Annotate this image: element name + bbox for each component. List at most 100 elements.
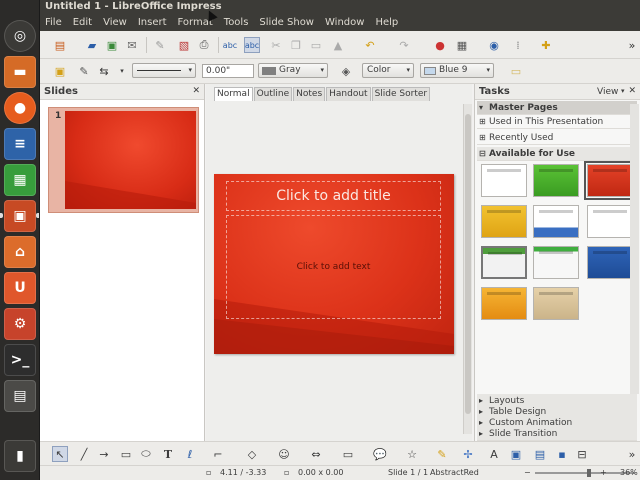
connector-icon[interactable]: ⌐ [210,446,226,462]
master-tile-green-frame[interactable] [481,246,527,279]
title-placeholder[interactable]: Click to add title [226,181,441,211]
glue-points-icon[interactable]: ✢ [460,446,476,462]
master-tile-blue[interactable] [587,246,633,279]
grid-icon[interactable]: ⁞ [510,37,526,53]
system-settings-icon[interactable]: ⚙ [4,308,36,340]
callouts-icon[interactable]: 💬 [372,446,388,462]
close-icon[interactable]: ✕ [192,86,200,96]
copy-icon[interactable]: ❐ [288,37,304,53]
menu-window[interactable]: Window [325,17,364,28]
menu-tools[interactable]: Tools [224,17,249,28]
toolbar-overflow-icon[interactable]: » [624,446,640,462]
master-tile-green-top[interactable] [533,246,579,279]
email-icon[interactable]: ✉ [124,37,140,53]
arrow-dropdown-icon[interactable]: ▾ [114,63,130,79]
slide-transition-section[interactable]: ▸ Slide Transition [477,427,637,441]
cut-icon[interactable]: ✂ [268,37,284,53]
trash-icon[interactable]: ▮ [4,440,36,472]
align-icon[interactable]: ⊟ [574,446,590,462]
ubuntu-one-icon[interactable]: U [4,272,36,304]
extrusion-icon[interactable]: ▪ [554,446,570,462]
workspace-switcher-icon[interactable]: ▤ [4,380,36,412]
tasks-scrollbar[interactable] [630,104,639,394]
master-tile-green[interactable] [533,164,579,197]
content-placeholder[interactable]: Click to add text [226,215,441,319]
master-tile-yellow[interactable] [481,205,527,238]
undo-icon[interactable]: ↶ [362,37,378,53]
new-document-icon[interactable]: ▤ [52,37,68,53]
menu-file[interactable]: File [45,17,62,28]
area-color-select[interactable]: Blue 9 ▾ [420,63,494,78]
slide-thumbnail-item[interactable]: 1 [48,107,199,213]
print-icon[interactable]: ⎙ [196,37,212,53]
used-in-presentation-row[interactable]: ⊞ Used in This Presentation [477,115,637,129]
open-icon[interactable]: ▰ [84,37,100,53]
table-icon[interactable]: ▦ [454,37,470,53]
recently-used-row[interactable]: ⊞ Recently Used [477,131,637,145]
dash-home-icon[interactable]: ◎ [4,20,36,52]
software-center-icon[interactable]: ⌂ [4,236,36,268]
autospellcheck-icon[interactable]: abc [244,37,260,53]
gallery-icon[interactable]: ▤ [532,446,548,462]
paste-icon[interactable]: ▭ [308,37,324,53]
available-for-use-row[interactable]: ⊟ Available for Use [477,147,637,161]
line-tool-icon[interactable]: ╱ [76,446,92,462]
arrow-style-icon[interactable]: ⇆ [96,63,112,79]
impress-icon[interactable]: ▣ [4,200,36,232]
slide-canvas[interactable]: Click to add title Click to add text [214,174,454,354]
line-style-select[interactable]: ▾ [132,63,196,78]
line-width-field[interactable]: 0.00" [202,64,254,78]
tab-notes[interactable]: Notes [293,87,326,101]
toolbar-overflow-icon[interactable]: » [624,37,640,53]
tab-handout[interactable]: Handout [326,87,371,101]
firefox-icon[interactable]: ● [4,92,36,124]
export-pdf-icon[interactable]: ▧ [176,37,192,53]
select-arrow-icon[interactable]: ↖ [52,446,68,462]
menu-help[interactable]: Help [375,17,398,28]
terminal-icon[interactable]: >_ [4,344,36,376]
ellipse-icon[interactable]: ⬭ [138,446,154,462]
menu-edit[interactable]: Edit [73,17,92,28]
styles-icon[interactable]: ▣ [52,63,68,79]
menu-view[interactable]: View [103,17,127,28]
shadow-icon[interactable]: ▭ [508,63,524,79]
arrow-line-icon[interactable]: → [96,446,112,462]
menu-slide-show[interactable]: Slide Show [259,17,314,28]
files-folder-icon[interactable]: ▬ [4,56,36,88]
area-style-select[interactable]: Color ▾ [362,63,414,78]
fontwork-icon[interactable]: A [486,446,502,462]
chart-icon[interactable]: ● [432,37,448,53]
area-fill-icon[interactable]: ◈ [338,63,354,79]
save-icon[interactable]: ▣ [104,37,120,53]
zoom-slider-knob[interactable] [587,469,591,477]
zoom-in-icon[interactable]: + [600,466,607,480]
master-tile-default[interactable] [481,164,527,197]
master-tile-blue-stripe[interactable] [533,205,579,238]
master-tile-abstract-red[interactable] [584,161,636,200]
tab-normal[interactable]: Normal [214,87,253,101]
scrollbar-thumb[interactable] [465,114,471,414]
master-tile-white[interactable] [587,205,633,238]
redo-icon[interactable]: ↷ [396,37,412,53]
rectangle-icon[interactable]: ▭ [118,446,134,462]
zoom-out-icon[interactable]: − [524,466,531,480]
slide-thumbnail[interactable] [65,111,196,209]
master-pages-section[interactable]: ▾ Master Pages [477,101,637,115]
points-icon[interactable]: ✎ [434,446,450,462]
spellcheck-icon[interactable]: abc [222,37,238,53]
navigator-icon[interactable]: ◉ [486,37,502,53]
tasks-view-menu[interactable]: View [597,87,618,97]
tab-slide-sorter[interactable]: Slide Sorter [371,87,431,101]
zoom-percent[interactable]: 36% [620,466,638,480]
tab-outline[interactable]: Outline [253,87,293,101]
clone-formatting-icon[interactable]: ▲ [330,37,346,53]
writer-icon[interactable]: ≡ [4,128,36,160]
symbol-shapes-icon[interactable]: ☺ [276,446,292,462]
basic-shapes-icon[interactable]: ◇ [244,446,260,462]
text-tool-icon[interactable]: T [160,446,176,462]
line-icon[interactable]: ✎ [76,63,92,79]
master-tile-parchment[interactable] [533,287,579,320]
block-arrows-icon[interactable]: ⇔ [308,446,324,462]
helplines-icon[interactable]: ✚ [538,37,554,53]
calc-icon[interactable]: ▦ [4,164,36,196]
